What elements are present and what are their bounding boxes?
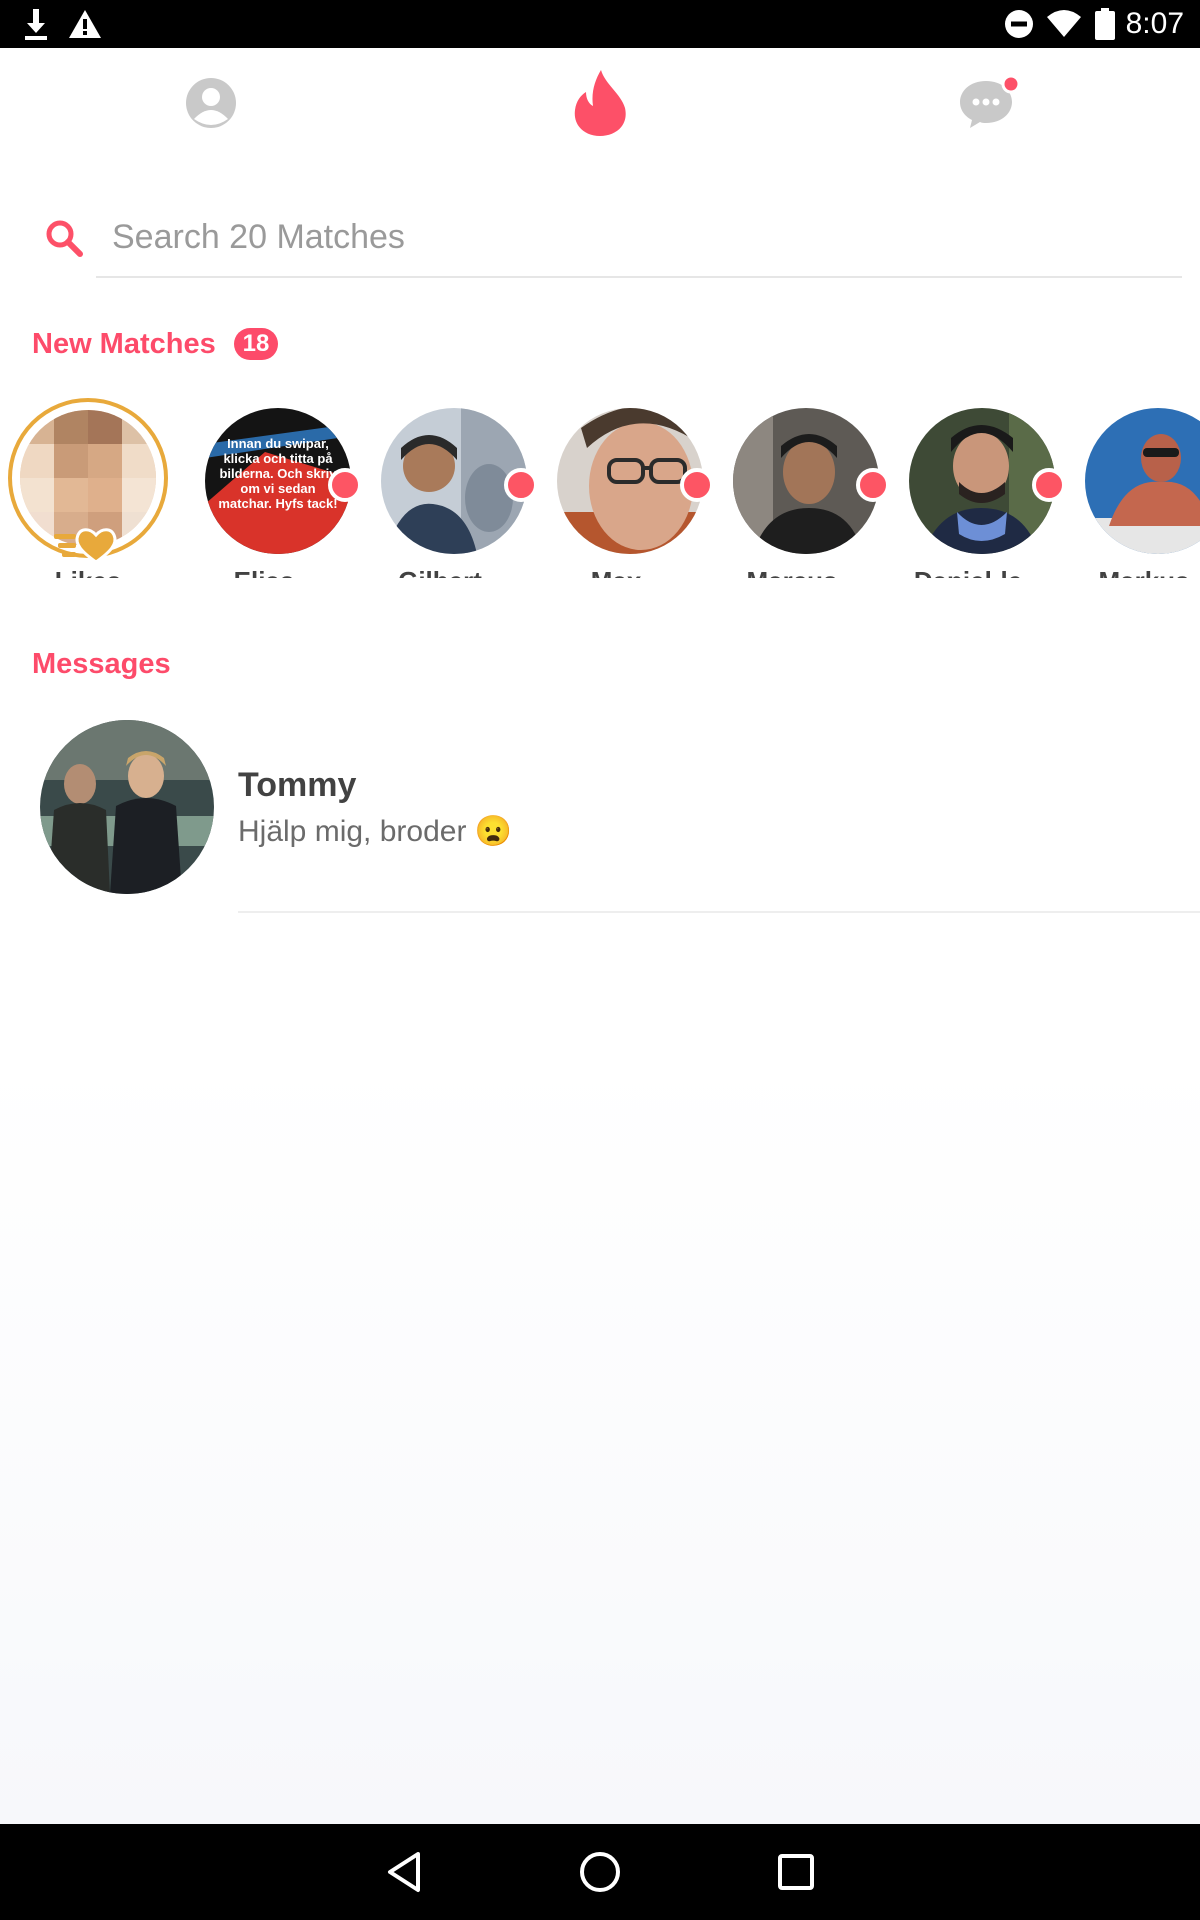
likes-item[interactable]: Likes — [0, 398, 176, 578]
new-matches-carousel[interactable]: Likes Innan du swipar, klicka och titta … — [0, 398, 1200, 578]
back-button[interactable] — [356, 1824, 452, 1920]
home-button[interactable] — [552, 1824, 648, 1920]
new-matches-title: New Matches — [32, 328, 216, 360]
back-icon — [388, 1852, 420, 1892]
match-name: Max — [528, 566, 704, 578]
wifi-icon — [1046, 0, 1082, 48]
likes-heart-icon — [54, 528, 117, 564]
match-name: Markus — [1056, 566, 1200, 578]
discover-button[interactable] — [558, 48, 642, 158]
message-preview: Hjälp mig, broder 😦 — [238, 815, 513, 848]
message-divider — [238, 911, 1200, 913]
match-item-marcus[interactable]: Marcus — [704, 398, 890, 578]
battery-icon — [1094, 0, 1116, 48]
new-matches-count-badge: 18 — [234, 328, 278, 360]
messages-icon — [960, 75, 1021, 128]
match-item-markus[interactable]: Markus — [1056, 398, 1200, 578]
match-name: Elias — [176, 566, 352, 578]
messages-title: Messages — [32, 648, 171, 680]
message-avatar — [40, 720, 214, 894]
status-time: 8:07 — [1125, 7, 1184, 40]
search-input[interactable] — [96, 198, 1182, 278]
search-bar — [0, 198, 1200, 278]
match-avatar-text: Innan du swipar, klicka och titta på bil… — [218, 436, 338, 511]
system-nav-bar — [0, 1824, 1200, 1920]
match-name: Likes — [0, 566, 176, 578]
home-icon — [580, 1852, 620, 1892]
profile-button[interactable] — [170, 48, 252, 158]
matches-screen: New Matches 18 — [0, 158, 1200, 1824]
search-icon — [44, 218, 84, 263]
match-name: Gilbert — [352, 566, 528, 578]
status-bar: 8:07 — [0, 0, 1200, 48]
message-sender-name: Tommy — [238, 766, 357, 804]
match-item-gilbert[interactable]: Gilbert — [352, 398, 538, 578]
recents-button[interactable] — [748, 1824, 844, 1920]
do-not-disturb-icon — [1004, 0, 1034, 48]
recents-icon — [778, 1854, 814, 1890]
match-name: Daniel-le — [880, 566, 1056, 578]
download-icon — [22, 0, 50, 48]
match-avatar — [1085, 408, 1200, 554]
match-item-elias[interactable]: Innan du swipar, klicka och titta på bil… — [176, 398, 362, 578]
messages-tab-button[interactable] — [952, 48, 1028, 158]
flame-icon — [574, 70, 626, 136]
match-name: Marcus — [704, 566, 880, 578]
match-item-max[interactable]: Max — [528, 398, 714, 578]
warning-icon — [68, 0, 102, 48]
profile-icon — [186, 78, 236, 128]
top-nav — [0, 48, 1200, 158]
match-item-daniel-le[interactable]: Daniel-le — [880, 398, 1066, 578]
